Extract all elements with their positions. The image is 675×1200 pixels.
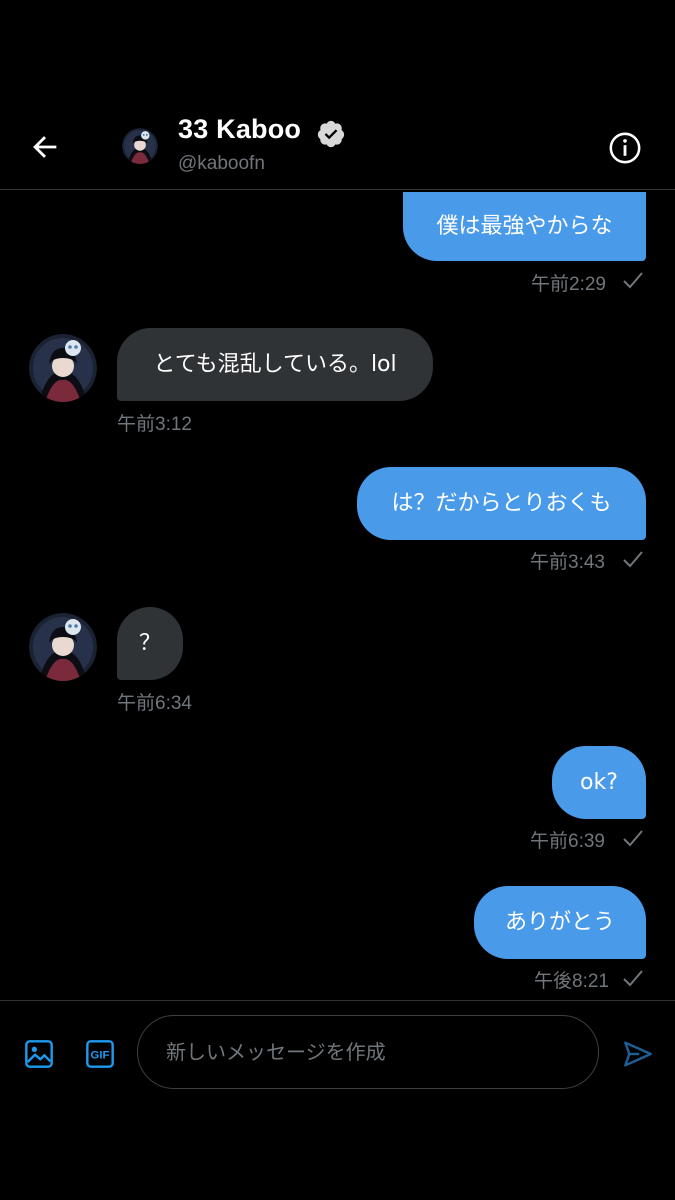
message-bubble-received[interactable]: ？ xyxy=(117,607,183,680)
arrow-left-icon[interactable] xyxy=(28,130,62,164)
display-name: 33 Kaboo xyxy=(178,114,302,144)
sender-avatar[interactable] xyxy=(29,613,97,681)
read-check-icon xyxy=(623,970,643,987)
read-check-icon xyxy=(623,551,643,568)
gif-icon[interactable]: GIF xyxy=(84,1038,116,1070)
message-timestamp: 午前2:29 xyxy=(531,274,606,295)
read-check-icon xyxy=(623,272,643,289)
message-bubble-sent[interactable]: ありがとう xyxy=(474,886,646,959)
svg-text:GIF: GIF xyxy=(91,1050,110,1062)
message-bubble-sent[interactable]: は？だからとりおくも xyxy=(357,467,646,540)
info-circle-icon[interactable] xyxy=(608,131,642,165)
image-icon[interactable] xyxy=(23,1038,55,1070)
message-bubble-sent[interactable]: ok? xyxy=(552,746,646,819)
user-handle: @kaboofn xyxy=(178,153,265,174)
message-timestamp: 午前6:39 xyxy=(530,831,605,852)
sender-avatar[interactable] xyxy=(29,334,97,402)
message-timestamp: 午前3:12 xyxy=(117,414,192,435)
message-bubble-received[interactable]: とても混乱している。lol xyxy=(117,328,433,401)
message-timestamp: 午前3:43 xyxy=(530,552,605,573)
header-avatar[interactable] xyxy=(122,128,158,164)
message-input[interactable] xyxy=(137,1015,599,1089)
message-timestamp: 午後8:21 xyxy=(534,971,609,992)
conversation-header: 33 Kaboo @kaboofn xyxy=(0,0,675,190)
verified-badge-icon xyxy=(317,120,345,148)
message-bubble-sent[interactable]: 僕は最強やからな xyxy=(403,192,646,261)
message-timestamp: 午前6:34 xyxy=(117,693,192,714)
send-icon[interactable] xyxy=(622,1038,654,1070)
read-check-icon xyxy=(623,830,643,847)
